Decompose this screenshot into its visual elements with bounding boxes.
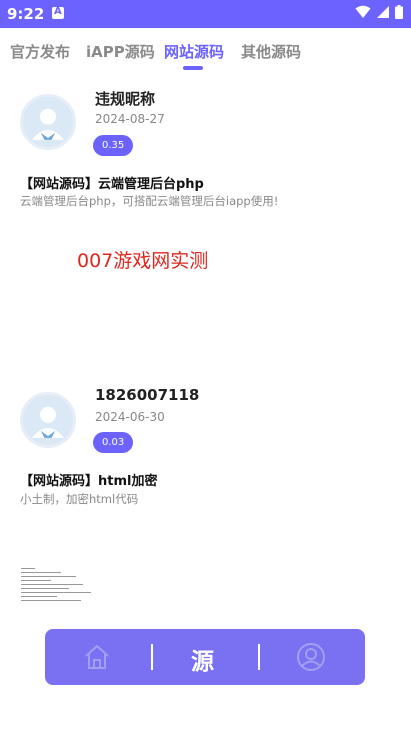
post-title[interactable]: 【网站源码】html加密 bbox=[20, 470, 157, 489]
default-avatar-icon bbox=[23, 97, 73, 147]
profile-icon[interactable] bbox=[296, 642, 326, 672]
cellular-signal-icon bbox=[377, 6, 389, 18]
app-notification-icon bbox=[52, 6, 64, 19]
post-date: 2024-08-27 bbox=[95, 112, 165, 126]
tab-iapp[interactable]: iAPP源码 bbox=[86, 41, 155, 62]
home-icon[interactable] bbox=[82, 642, 112, 672]
tab-website[interactable]: 网站源码 bbox=[164, 41, 224, 62]
nav-source-button[interactable]: 源 bbox=[191, 642, 214, 676]
price-badge: 0.35 bbox=[93, 135, 134, 156]
post-description: 云端管理后台php，可搭配云端管理后台iapp使用! bbox=[20, 194, 279, 208]
system-icons bbox=[355, 5, 403, 19]
default-avatar-icon bbox=[23, 395, 73, 445]
post-date: 2024-06-30 bbox=[95, 410, 165, 424]
battery-icon bbox=[395, 5, 403, 19]
bottom-nav: 源 bbox=[45, 629, 365, 685]
price-badge: 0.03 bbox=[93, 432, 134, 453]
category-tabs: 官方发布 iAPP源码 网站源码 其他源码 bbox=[0, 28, 411, 72]
status-time: 9:22 bbox=[7, 5, 45, 23]
avatar[interactable] bbox=[20, 94, 76, 150]
post-image-text[interactable]: 007游戏网实测 bbox=[77, 246, 208, 273]
wifi-icon bbox=[355, 5, 371, 18]
tab-other[interactable]: 其他源码 bbox=[241, 41, 301, 62]
post-thumbnail-image[interactable] bbox=[21, 565, 97, 611]
nav-divider bbox=[151, 644, 153, 670]
post-description: 小土制，加密html代码 bbox=[20, 492, 139, 506]
tab-official[interactable]: 官方发布 bbox=[10, 41, 70, 62]
nav-divider bbox=[258, 644, 260, 670]
post-username[interactable]: 违规昵称 bbox=[95, 88, 155, 109]
active-tab-indicator bbox=[183, 66, 203, 70]
post-username[interactable]: 1826007118 bbox=[95, 386, 199, 404]
status-bar: 9:22 bbox=[0, 0, 411, 28]
avatar[interactable] bbox=[20, 392, 76, 448]
post-title[interactable]: 【网站源码】云端管理后台php bbox=[20, 173, 204, 192]
